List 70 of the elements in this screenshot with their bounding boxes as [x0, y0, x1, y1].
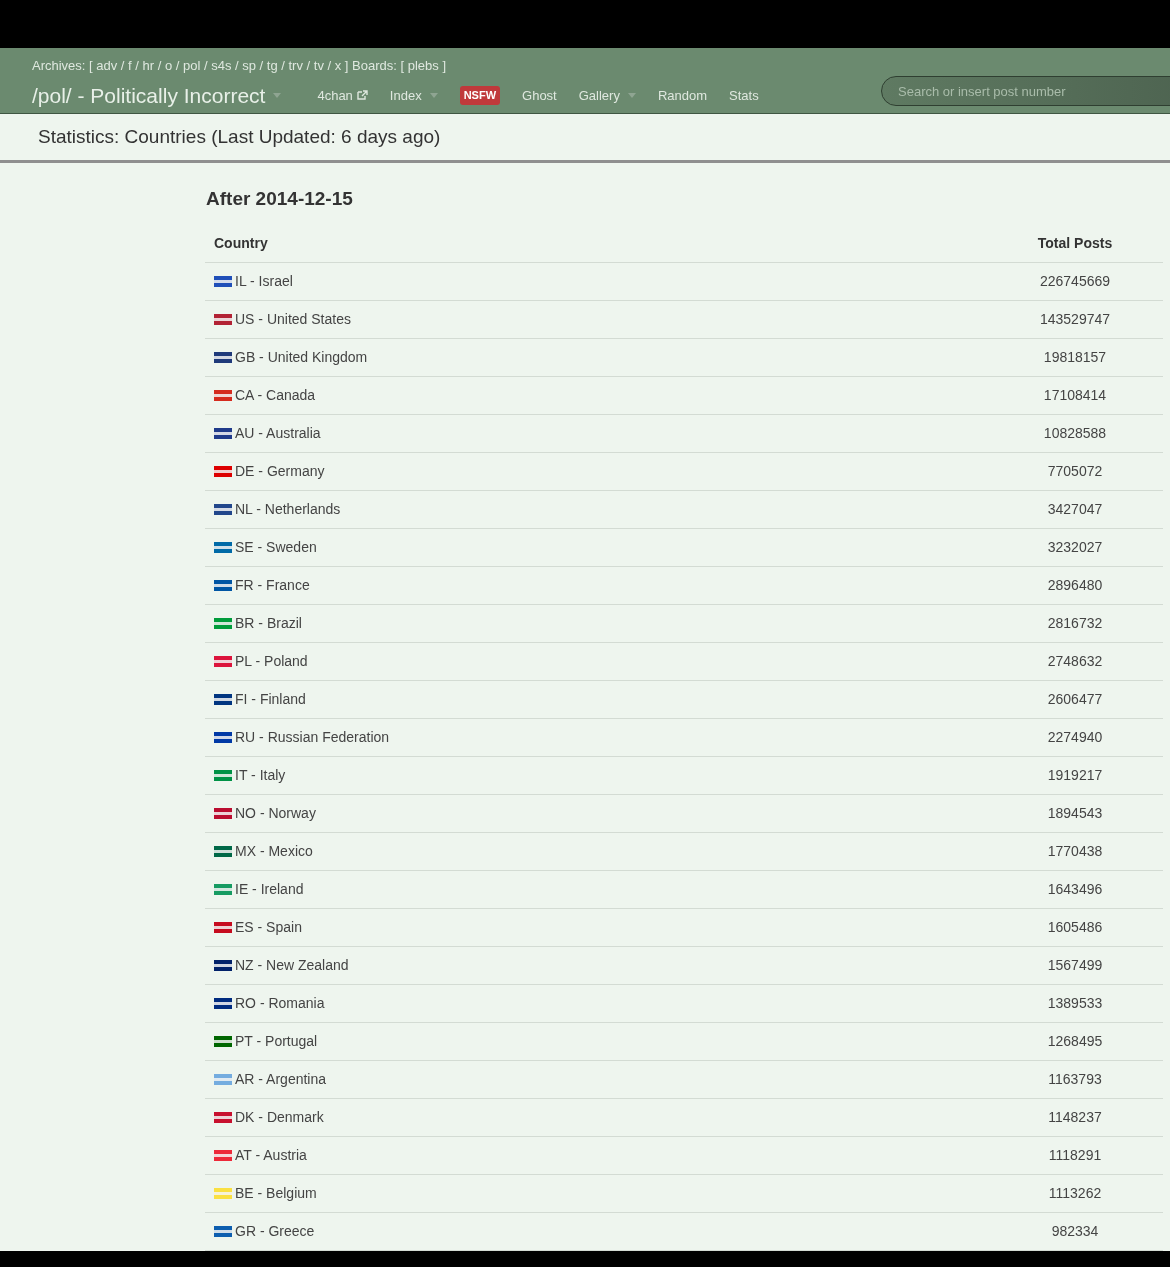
nav-link[interactable]: 4chan [317, 85, 368, 105]
posts-cell-text: 1268495 [1046, 1031, 1104, 1051]
posts-cell-text: 1567499 [1046, 955, 1104, 975]
nsfw-badge: NSFW [459, 86, 501, 105]
country-cell-text: NZ - New Zealand [235, 955, 349, 975]
country-cell-text: GB - United Kingdom [235, 347, 368, 367]
nav-dropdown[interactable]: Gallery [578, 85, 636, 105]
country-cell-text: IE - Ireland [235, 879, 304, 899]
column-header: Total Posts [1036, 234, 1114, 253]
country-cell-text: IL - Israel [235, 271, 293, 291]
nav-dropdown[interactable]: Index [389, 85, 438, 105]
country-cell-text: ES - Spain [235, 917, 302, 937]
search-field[interactable]: Search or insert post number [881, 76, 1170, 106]
country-cell-text: CA - Canada [235, 385, 316, 405]
country-cell-text: FI - Finland [235, 689, 306, 709]
country-cell-text: SE - Sweden [235, 537, 317, 557]
caret-icon [627, 92, 636, 98]
nav-link[interactable]: Random [657, 85, 708, 105]
posts-cell-text: 10828588 [1042, 423, 1108, 443]
country-cell-text: GR - Greece [235, 1221, 315, 1241]
posts-cell-text: 1770438 [1046, 841, 1104, 861]
country-cell-text: AU - Australia [235, 423, 321, 443]
country-cell-text: DK - Denmark [235, 1107, 324, 1127]
posts-cell-text: 19818157 [1042, 347, 1108, 367]
posts-cell-text: 143529747 [1038, 309, 1112, 329]
section-title: After 2014-12-15 [206, 187, 354, 211]
country-cell-text: MX - Mexico [235, 841, 313, 861]
posts-cell-text: 1643496 [1046, 879, 1104, 899]
posts-cell-text: 2606477 [1046, 689, 1104, 709]
posts-cell-text: 982334 [1050, 1221, 1100, 1241]
posts-cell-text: 1894543 [1046, 803, 1104, 823]
posts-cell-text: 7705072 [1046, 461, 1104, 481]
posts-cell-text: 1389533 [1046, 993, 1104, 1013]
board-title[interactable]: /pol/ - Politically Incorrect [32, 79, 282, 111]
country-cell-text: AR - Argentina [235, 1069, 327, 1089]
country-cell-text: DE - Germany [235, 461, 325, 481]
posts-cell-text: 1113262 [1047, 1183, 1103, 1203]
country-cell-text: IT - Italy [235, 765, 286, 785]
posts-cell-text: 1118291 [1047, 1145, 1103, 1165]
country-cell-text: RO - Romania [235, 993, 325, 1013]
posts-cell-text: 2748632 [1046, 651, 1104, 671]
posts-cell-text: 1605486 [1046, 917, 1104, 937]
country-cell-text: BR - Brazil [235, 613, 302, 633]
nav-link[interactable]: Stats [729, 85, 759, 105]
caret-icon [273, 92, 282, 98]
posts-cell-text: 2274940 [1046, 727, 1104, 747]
country-cell-text: BE - Belgium [235, 1183, 317, 1203]
posts-cell-text: 3427047 [1046, 499, 1104, 519]
column-header: Country [213, 234, 269, 253]
country-cell-text: RU - Russian Federation [235, 727, 390, 747]
posts-cell-text: 17108414 [1042, 385, 1108, 405]
posts-cell-text: 226745669 [1038, 271, 1112, 291]
country-cell-text: FR - France [235, 575, 310, 595]
country-cell-text: AT - Austria [235, 1145, 307, 1165]
posts-cell-text: 2896480 [1046, 575, 1104, 595]
country-cell-text: US - United States [235, 309, 351, 329]
posts-cell-text: 3232027 [1046, 537, 1104, 557]
posts-cell-text: 2816732 [1046, 613, 1104, 633]
country-cell-text: PT - Portugal [235, 1031, 318, 1051]
page-title: Statistics: Countries (Last Updated: 6 days ago) [38, 124, 441, 149]
posts-cell-text: 1148237 [1047, 1107, 1103, 1127]
caret-icon [429, 92, 438, 98]
nav-link[interactable]: Ghost [522, 85, 557, 105]
external-link-icon [356, 90, 368, 101]
country-cell-text: PL - Poland [235, 651, 308, 671]
archives-line: Archives: [ adv / f / hr / o / pol / s4s / sp / tg / trv / tv / x ] Boards: [ plebs ] [32, 57, 447, 75]
posts-cell-text: 1163793 [1047, 1069, 1103, 1089]
country-cell-text: NL - Netherlands [235, 499, 341, 519]
country-cell-text: NO - Norway [235, 803, 316, 823]
posts-cell-text: 1919217 [1046, 765, 1104, 785]
